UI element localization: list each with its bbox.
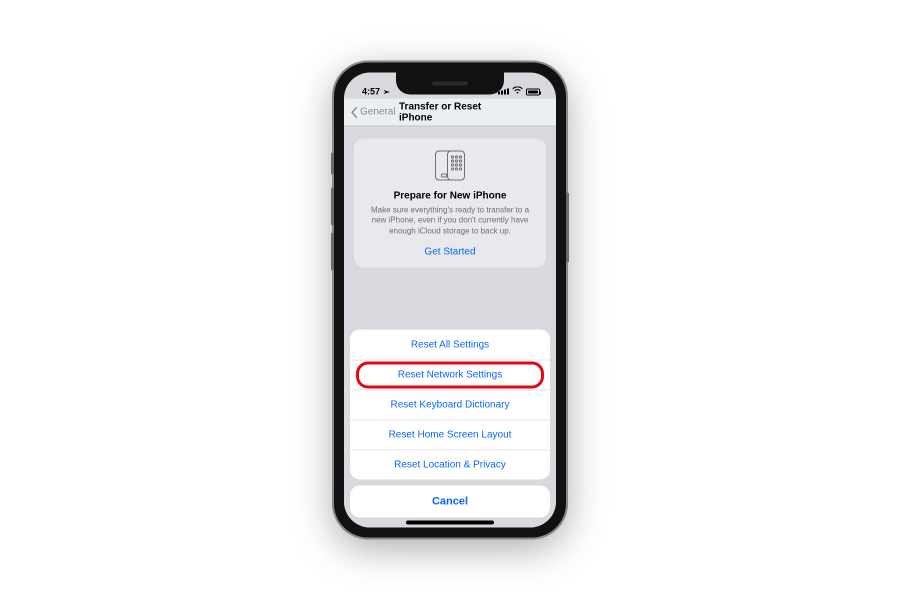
get-started-button[interactable]: Get Started (424, 247, 475, 258)
mute-switch (331, 153, 334, 175)
page-title: Transfer or Reset iPhone (399, 101, 501, 123)
reset-option-1[interactable]: Reset Network Settings (350, 360, 550, 390)
back-button[interactable]: General (350, 106, 396, 118)
reset-option-0[interactable]: Reset All Settings (350, 330, 550, 360)
action-sheet: Reset All SettingsReset Network Settings… (344, 330, 556, 528)
nav-bar: General Transfer or Reset iPhone (344, 99, 556, 127)
reset-option-2[interactable]: Reset Keyboard Dictionary (350, 390, 550, 420)
action-sheet-list: Reset All SettingsReset Network Settings… (350, 330, 550, 480)
prepare-body: Make sure everything's ready to transfer… (364, 206, 536, 237)
prepare-heading: Prepare for New iPhone (364, 191, 536, 202)
location-icon: ➢ (383, 87, 390, 96)
battery-icon (526, 88, 540, 95)
chevron-left-icon (350, 106, 359, 118)
volume-up-button (331, 188, 334, 226)
status-time: 4:57 (362, 87, 380, 97)
iphone-frame: 4:57 ➢ General Transfer or Reset iPhone (334, 63, 566, 538)
home-indicator[interactable] (406, 521, 494, 525)
screen: 4:57 ➢ General Transfer or Reset iPhone (344, 73, 556, 528)
devices-icon (435, 151, 465, 181)
reset-option-3[interactable]: Reset Home Screen Layout (350, 420, 550, 450)
notch (396, 73, 504, 95)
volume-down-button (331, 233, 334, 271)
content-body: Prepare for New iPhone Make sure everyth… (344, 127, 556, 528)
cancel-button[interactable]: Cancel (350, 486, 550, 518)
prepare-card: Prepare for New iPhone Make sure everyth… (354, 139, 546, 268)
highlight-ring (356, 362, 544, 389)
side-button (566, 193, 569, 263)
reset-option-4[interactable]: Reset Location & Privacy (350, 450, 550, 480)
back-label: General (360, 107, 396, 118)
wifi-icon (512, 87, 523, 97)
